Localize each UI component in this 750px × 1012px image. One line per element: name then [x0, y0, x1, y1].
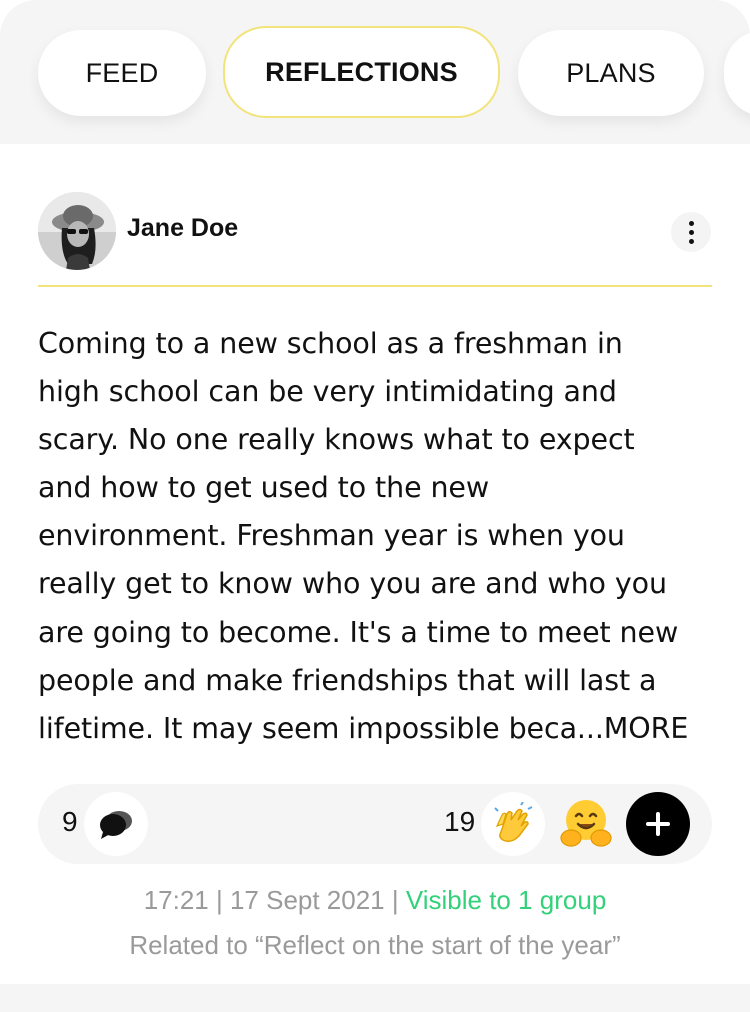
- more-options-icon[interactable]: [671, 212, 711, 252]
- comment-button[interactable]: [84, 792, 148, 856]
- tab-feed[interactable]: FEED: [38, 30, 206, 116]
- tab-reflections[interactable]: REFLECTIONS: [223, 26, 500, 118]
- comment-icon: [100, 811, 132, 839]
- card-separator: [0, 984, 750, 1012]
- hugging-face-reaction[interactable]: [554, 792, 618, 856]
- tab-next-partial[interactable]: [724, 30, 750, 116]
- tab-plans[interactable]: PLANS: [518, 30, 704, 116]
- timestamp: 17:21 | 17 Sept 2021 |: [143, 885, 406, 915]
- author-name[interactable]: Jane Doe: [127, 214, 238, 243]
- comment-count: 9: [62, 806, 78, 837]
- post-body-text[interactable]: Coming to a new school as a freshman in …: [38, 320, 728, 753]
- tab-bar: FEED REFLECTIONS PLANS: [0, 0, 750, 144]
- avatar[interactable]: [38, 192, 116, 270]
- post-meta: 17:21 | 17 Sept 2021 | Visible to 1 grou…: [0, 885, 750, 916]
- reaction-bar: 9 19: [38, 784, 712, 864]
- add-reaction-button[interactable]: [626, 792, 690, 856]
- related-prompt[interactable]: Related to “Reflect on the start of the …: [0, 930, 750, 961]
- clapping-hands-icon: [494, 802, 533, 843]
- divider: [38, 285, 712, 287]
- reaction-count: 19: [444, 806, 476, 837]
- plus-icon: [646, 812, 670, 836]
- visibility-link[interactable]: Visible to 1 group: [406, 885, 606, 915]
- hugging-face-icon: [560, 800, 612, 847]
- clapping-hands-reaction[interactable]: [481, 792, 545, 856]
